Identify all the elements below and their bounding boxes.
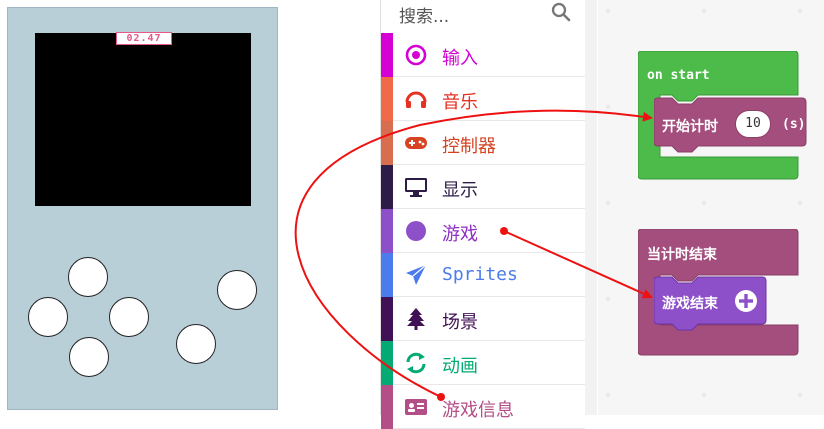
id-card-icon (405, 399, 427, 415)
a-button[interactable] (217, 270, 257, 310)
dpad-up-button[interactable] (68, 257, 108, 297)
category-game-info[interactable]: 游戏信息 (381, 385, 585, 429)
start-timer-label: 开始计时 (662, 119, 718, 135)
category-color-bar (381, 385, 393, 429)
dpad-down-button[interactable] (69, 337, 109, 377)
toolbox-scrollbar[interactable] (585, 0, 597, 415)
tree-icon (407, 308, 425, 330)
category-music[interactable]: 音乐 (381, 77, 585, 121)
category-sprites[interactable]: Sprites (381, 253, 585, 297)
category-color-bar (381, 121, 393, 165)
category-color-bar (381, 253, 393, 297)
category-label: 游戏 (442, 224, 478, 245)
category-game[interactable]: 游戏 (381, 209, 585, 253)
headphones-icon (405, 91, 427, 108)
paper-plane-icon (406, 264, 427, 285)
category-color-bar (381, 165, 393, 209)
category-label: 音乐 (442, 92, 478, 113)
category-animation[interactable]: 动画 (381, 341, 585, 385)
blocks-workspace[interactable]: + + + + + + + + + + + on start 开始计时 10 (… (598, 0, 824, 415)
circle-dot-icon (405, 44, 427, 66)
toolbox-panel: 搜索... 输入 音乐 控制器 显示 游戏 Sprites 场景 动画 游戏信息 (380, 0, 586, 429)
category-color-bar (381, 209, 393, 253)
b-button[interactable] (176, 324, 216, 364)
timer-end-label: 当计时结束 (647, 247, 717, 263)
category-controller[interactable]: 控制器 (381, 121, 585, 165)
game-screen[interactable]: 02.47 (35, 32, 251, 206)
category-display[interactable]: 显示 (381, 165, 585, 209)
dpad-left-button[interactable] (28, 297, 68, 337)
game-over-label: 游戏结束 (662, 296, 718, 312)
category-scene[interactable]: 场景 (381, 297, 585, 341)
circle-icon (406, 221, 426, 241)
category-color-bar (381, 341, 393, 385)
category-label: 场景 (442, 312, 478, 333)
category-color-bar (381, 33, 393, 77)
timer-display: 02.47 (116, 32, 172, 45)
timer-seconds-value: 10 (745, 116, 761, 131)
on-start-label: on start (647, 68, 710, 83)
search-input[interactable]: 搜索... (399, 2, 449, 27)
timer-seconds-input[interactable]: 10 (735, 110, 771, 138)
search-box[interactable]: 搜索... (381, 0, 586, 32)
category-color-bar (381, 297, 393, 341)
category-label: 输入 (442, 48, 478, 69)
category-label: 动画 (442, 356, 478, 377)
category-label: Sprites (442, 264, 518, 285)
category-label: 控制器 (442, 136, 496, 157)
timer-unit-label: (s) (782, 117, 806, 132)
search-icon[interactable] (551, 2, 571, 22)
category-color-bar (381, 77, 393, 121)
game-console: 02.47 (7, 7, 278, 410)
add-plus-icon[interactable] (734, 289, 758, 313)
refresh-icon (406, 352, 426, 374)
monitor-icon (405, 178, 427, 197)
simulator-panel: 02.47 (0, 0, 380, 415)
category-label: 游戏信息 (442, 400, 514, 421)
category-input[interactable]: 输入 (381, 33, 585, 77)
gamepad-icon (405, 137, 427, 149)
category-label: 显示 (442, 180, 478, 201)
dpad-right-button[interactable] (109, 297, 149, 337)
